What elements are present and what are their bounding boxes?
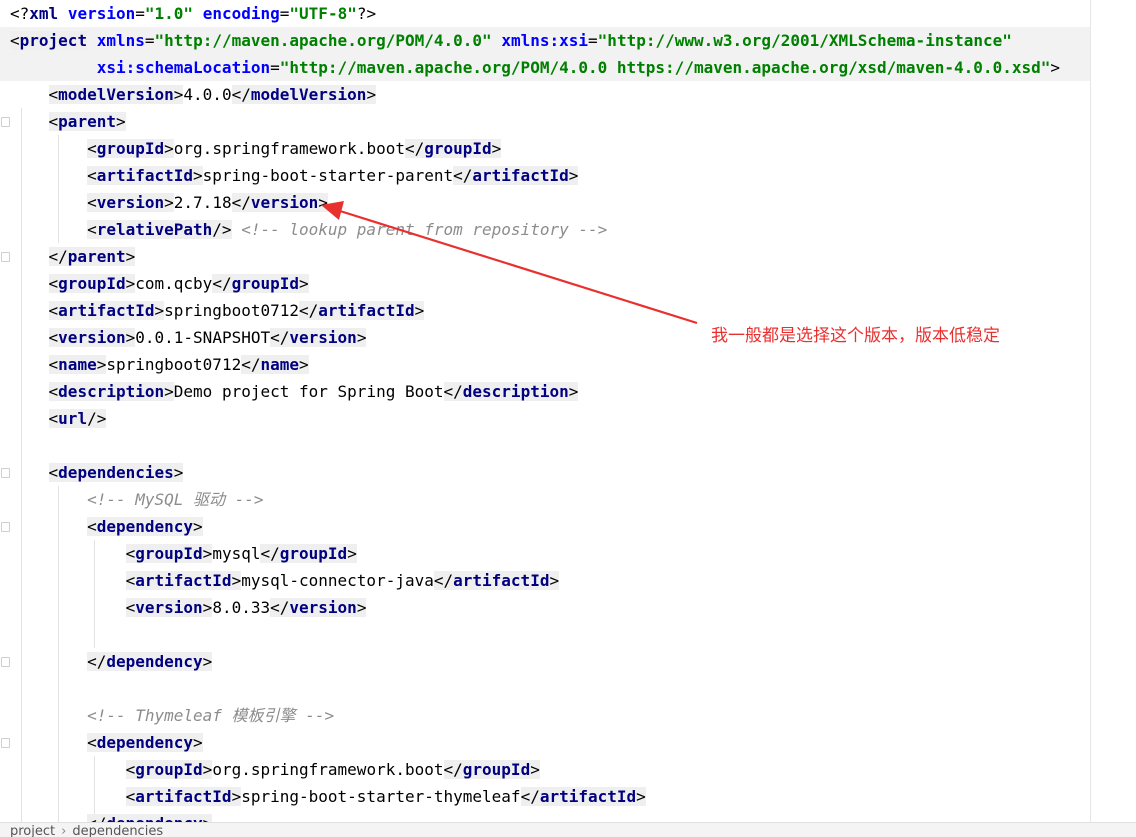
breadcrumb-bar: project › dependencies bbox=[0, 822, 1136, 837]
code-line[interactable]: <?xml version="1.0" encoding="UTF-8"?> bbox=[0, 0, 376, 27]
code-line[interactable]: <version>8.0.33</version> bbox=[0, 594, 367, 621]
code-line[interactable]: <groupId>org.springframework.boot</group… bbox=[0, 756, 540, 783]
code-line[interactable]: <name>springboot0712</name> bbox=[0, 351, 309, 378]
code-line[interactable]: <artifactId>springboot0712</artifactId> bbox=[0, 297, 425, 324]
code-line[interactable]: <dependency> bbox=[0, 729, 203, 756]
code-line[interactable]: <!-- Thymeleaf 模板引擎 --> bbox=[0, 702, 334, 729]
annotation-arrow bbox=[321, 201, 698, 325]
code-line[interactable]: <artifactId>spring-boot-starter-parent</… bbox=[0, 162, 579, 189]
code-line[interactable]: <artifactId>mysql-connector-java</artifa… bbox=[0, 567, 560, 594]
code-line[interactable]: <dependencies> bbox=[0, 459, 184, 486]
code-line[interactable]: <url/> bbox=[0, 405, 107, 432]
code-line[interactable]: </dependency> bbox=[0, 810, 213, 822]
code-line[interactable]: <groupId>org.springframework.boot</group… bbox=[0, 135, 502, 162]
code-line[interactable]: <artifactId>spring-boot-starter-thymelea… bbox=[0, 783, 646, 810]
code-line[interactable]: <project xmlns="http://maven.apache.org/… bbox=[0, 27, 1090, 54]
code-line[interactable]: </dependency> bbox=[0, 648, 213, 675]
right-margin-guide bbox=[1090, 0, 1091, 822]
annotation-note: 我一般都是选择这个版本，版本低稳定 bbox=[711, 326, 1000, 346]
code-line[interactable] bbox=[0, 621, 10, 648]
breadcrumb-item-dependencies[interactable]: dependencies bbox=[72, 824, 163, 837]
code-line[interactable] bbox=[0, 675, 10, 702]
code-line[interactable]: <version>0.0.1-SNAPSHOT</version> bbox=[0, 324, 367, 351]
code-line[interactable]: <dependency> bbox=[0, 513, 203, 540]
breadcrumb-separator: › bbox=[61, 824, 67, 837]
code-line[interactable]: <relativePath/> <!-- lookup parent from … bbox=[0, 216, 607, 243]
code-line[interactable]: <!-- MySQL 驱动 --> bbox=[0, 486, 264, 513]
code-line[interactable]: <version>2.7.18</version> bbox=[0, 189, 328, 216]
code-line[interactable]: <groupId>com.qcby</groupId> bbox=[0, 270, 309, 297]
breadcrumb-item-project[interactable]: project bbox=[10, 824, 55, 837]
code-line[interactable]: <description>Demo project for Spring Boo… bbox=[0, 378, 579, 405]
code-line[interactable]: xsi:schemaLocation="http://maven.apache.… bbox=[0, 54, 1090, 81]
code-line[interactable]: </parent> bbox=[0, 243, 136, 270]
code-editor[interactable]: <?xml version="1.0" encoding="UTF-8"?> <p… bbox=[0, 0, 1136, 822]
code-line[interactable]: <modelVersion>4.0.0</modelVersion> bbox=[0, 81, 377, 108]
code-line[interactable] bbox=[0, 432, 10, 459]
code-line[interactable]: <groupId>mysql</groupId> bbox=[0, 540, 357, 567]
code-line[interactable]: <parent> bbox=[0, 108, 126, 135]
